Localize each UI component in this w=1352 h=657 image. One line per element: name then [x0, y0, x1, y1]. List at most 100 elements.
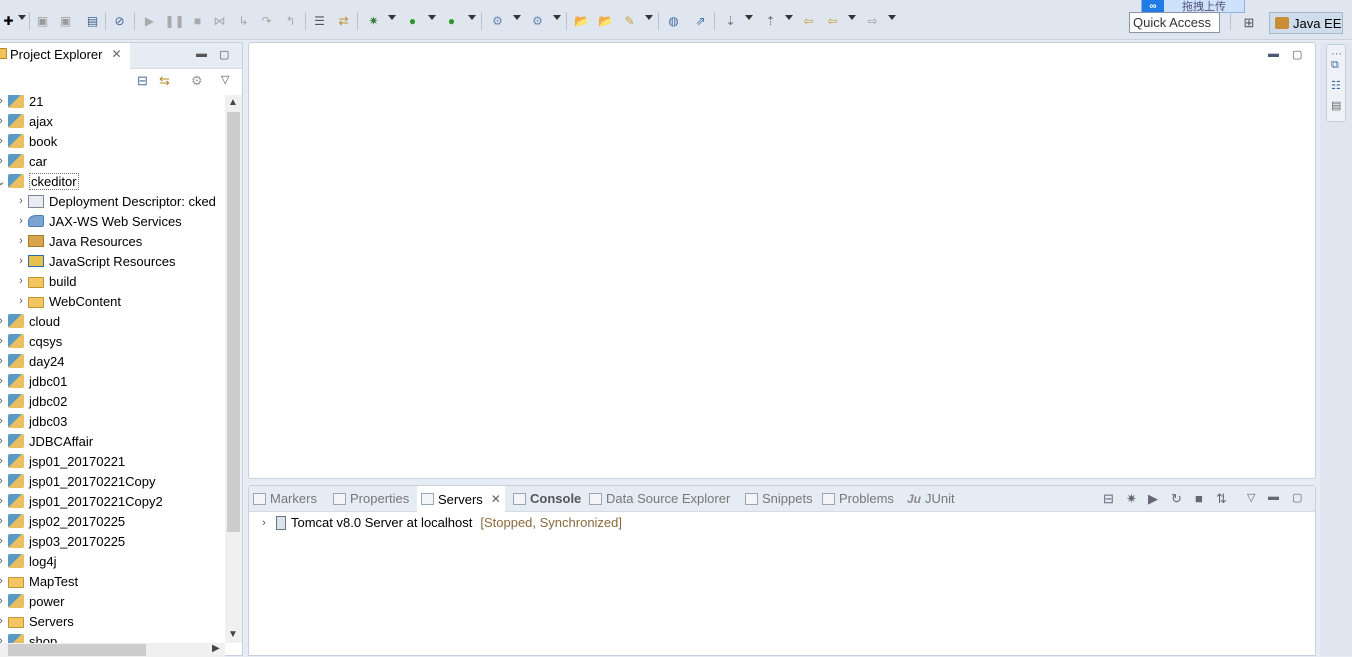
external-tools-dropdown-arrow[interactable]	[468, 15, 476, 20]
project-explorer-tab[interactable]: Project Explorer ✕	[0, 43, 130, 69]
annotation-next-dropdown-arrow[interactable]	[745, 15, 753, 20]
back-dropdown-arrow[interactable]	[848, 15, 856, 20]
editor-maximize-icon[interactable]: ▢	[1292, 48, 1302, 61]
tab-problems[interactable]: Problems	[822, 491, 894, 506]
run-on-server-icon[interactable]: ⇗	[692, 12, 709, 29]
outline-icon[interactable]: ☷	[1331, 79, 1341, 92]
step-into-icon[interactable]: ↳	[235, 12, 252, 29]
new-dropdown-arrow[interactable]	[18, 15, 26, 20]
expand-chevron-icon[interactable]: ›	[257, 517, 271, 529]
tree-item[interactable]: › Deployment Descriptor: cked	[14, 191, 216, 211]
tree-item[interactable]: › shop	[0, 631, 57, 643]
tree-item[interactable]: › Servers	[0, 611, 74, 631]
tree-item[interactable]: › log4j	[0, 551, 56, 571]
annotation-prev-dropdown-arrow[interactable]	[785, 15, 793, 20]
tree-item[interactable]: › Java Resources	[14, 231, 142, 251]
drop-to-frame-icon[interactable]: ⇄	[335, 12, 352, 29]
forward-icon[interactable]: ⇨	[864, 12, 881, 29]
chevron-right-icon[interactable]: ›	[0, 435, 8, 447]
back-icon[interactable]: ⇦	[824, 12, 841, 29]
tree-item[interactable]: › jsp01_20170221Copy	[0, 471, 156, 491]
tab-junit[interactable]: Ju JUnit	[907, 491, 955, 506]
tree-item[interactable]: › MapTest	[0, 571, 78, 591]
server-row[interactable]: › Tomcat v8.0 Server at localhost [Stopp…	[257, 515, 622, 530]
chevron-right-icon[interactable]: ›	[14, 235, 28, 247]
search-dropdown-arrow[interactable]	[645, 15, 653, 20]
new-java-class-icon[interactable]: ⚙	[529, 12, 546, 29]
tree-item[interactable]: › jdbc03	[0, 411, 67, 431]
chevron-right-icon[interactable]: ›	[0, 115, 8, 127]
tree-item[interactable]: › WebContent	[14, 291, 121, 311]
chevron-right-icon[interactable]: ›	[0, 635, 8, 643]
chevron-right-icon[interactable]: ›	[0, 515, 8, 527]
panel-maximize-icon[interactable]: ▢	[1292, 491, 1302, 504]
run-dropdown-arrow[interactable]	[428, 15, 436, 20]
tab-properties[interactable]: Properties	[333, 491, 409, 506]
new-wizard-icon[interactable]: ✚	[0, 12, 17, 29]
scrollbar-thumb[interactable]	[227, 112, 240, 532]
tree-item[interactable]: › JDBCAffair	[0, 431, 93, 451]
profile-server-icon[interactable]: ↻	[1171, 491, 1182, 507]
chevron-right-icon[interactable]: ›	[0, 535, 8, 547]
save-all-icon[interactable]: ▣	[57, 12, 74, 29]
link-with-editor-icon[interactable]: ⇆	[159, 73, 170, 89]
maximize-icon[interactable]: ▢	[219, 48, 229, 61]
chevron-right-icon[interactable]: ›	[0, 335, 8, 347]
chevron-right-icon[interactable]: ›	[0, 475, 8, 487]
chevron-right-icon[interactable]: ›	[0, 595, 8, 607]
java-ee-perspective-button[interactable]: Java EE	[1269, 12, 1343, 34]
tab-markers[interactable]: Markers	[253, 491, 317, 506]
tree-item[interactable]: › jsp01_20170221Copy2	[0, 491, 163, 511]
horizontal-scrollbar-thumb[interactable]	[8, 644, 146, 656]
new-class-dropdown-arrow[interactable]	[553, 15, 561, 20]
chevron-right-icon[interactable]: ›	[14, 255, 28, 267]
tab-snippets[interactable]: Snippets	[745, 491, 813, 506]
panel-minimize-icon[interactable]: ▬	[1268, 491, 1279, 503]
editor-minimize-icon[interactable]: ▬	[1268, 48, 1279, 60]
filters-icon[interactable]: ⚙	[191, 73, 203, 89]
tree-item[interactable]: › jdbc02	[0, 391, 67, 411]
last-edit-location-icon[interactable]: ⇦	[800, 12, 817, 29]
start-server-icon[interactable]: ▶	[1148, 491, 1158, 507]
collapse-all-icon[interactable]: ⊟	[1103, 491, 1114, 507]
tree-item[interactable]: › jsp01_20170221	[0, 451, 125, 471]
chevron-right-icon[interactable]: ›	[0, 455, 8, 467]
tree-item[interactable]: › day24	[0, 351, 64, 371]
tree-item[interactable]: › power	[0, 591, 64, 611]
chevron-right-icon[interactable]: ›	[0, 395, 8, 407]
close-icon[interactable]: ✕	[491, 492, 501, 506]
tree-item[interactable]: › cqsys	[0, 331, 62, 351]
tree-item[interactable]: › 21	[0, 95, 43, 111]
tree-item[interactable]: › car	[0, 151, 47, 171]
open-task-icon[interactable]: 📂	[597, 12, 614, 29]
tab-console[interactable]: Console	[513, 491, 581, 506]
publish-icon[interactable]: ⇅	[1216, 491, 1227, 507]
save-icon[interactable]: ▣	[34, 12, 51, 29]
close-icon[interactable]: ✕	[111, 47, 121, 61]
tree-item[interactable]: › jsp03_20170225	[0, 531, 125, 551]
view-menu-chevron-down-icon[interactable]: ▽	[1247, 491, 1255, 504]
restore-icon[interactable]: ⧉	[1331, 59, 1339, 72]
tree-item[interactable]: ⌄ ckeditor	[0, 171, 79, 191]
resume-icon[interactable]: ▶	[141, 12, 158, 29]
view-menu-chevron-down-icon[interactable]: ▽	[221, 73, 229, 86]
new-server-dropdown-arrow[interactable]	[513, 15, 521, 20]
open-console-icon[interactable]: ▤	[84, 12, 101, 29]
tree-item[interactable]: › jdbc01	[0, 371, 67, 391]
chevron-right-icon[interactable]: ›	[0, 415, 8, 427]
tab-servers[interactable]: Servers ✕	[417, 486, 505, 512]
annotation-next-icon[interactable]: ⇣	[722, 12, 739, 29]
open-web-browser-icon[interactable]: ◍	[665, 12, 682, 29]
new-server-icon[interactable]: ⚙	[489, 12, 506, 29]
quick-access-input[interactable]	[1129, 12, 1220, 33]
collapse-all-icon[interactable]: ⊟	[137, 73, 148, 89]
tree-vertical-scrollbar[interactable]: ▲ ▼	[225, 95, 242, 643]
chevron-right-icon[interactable]: ›	[0, 555, 8, 567]
task-list-icon[interactable]: ▤	[1331, 99, 1341, 112]
open-perspective-icon[interactable]: ⊞	[1238, 12, 1260, 34]
chevron-right-icon[interactable]: ›	[0, 155, 8, 167]
debug-dropdown-arrow[interactable]	[388, 15, 396, 20]
step-over-icon[interactable]: ↷	[258, 12, 275, 29]
scroll-up-icon[interactable]: ▲	[228, 97, 238, 108]
annotation-prev-icon[interactable]: ⇡	[762, 12, 779, 29]
